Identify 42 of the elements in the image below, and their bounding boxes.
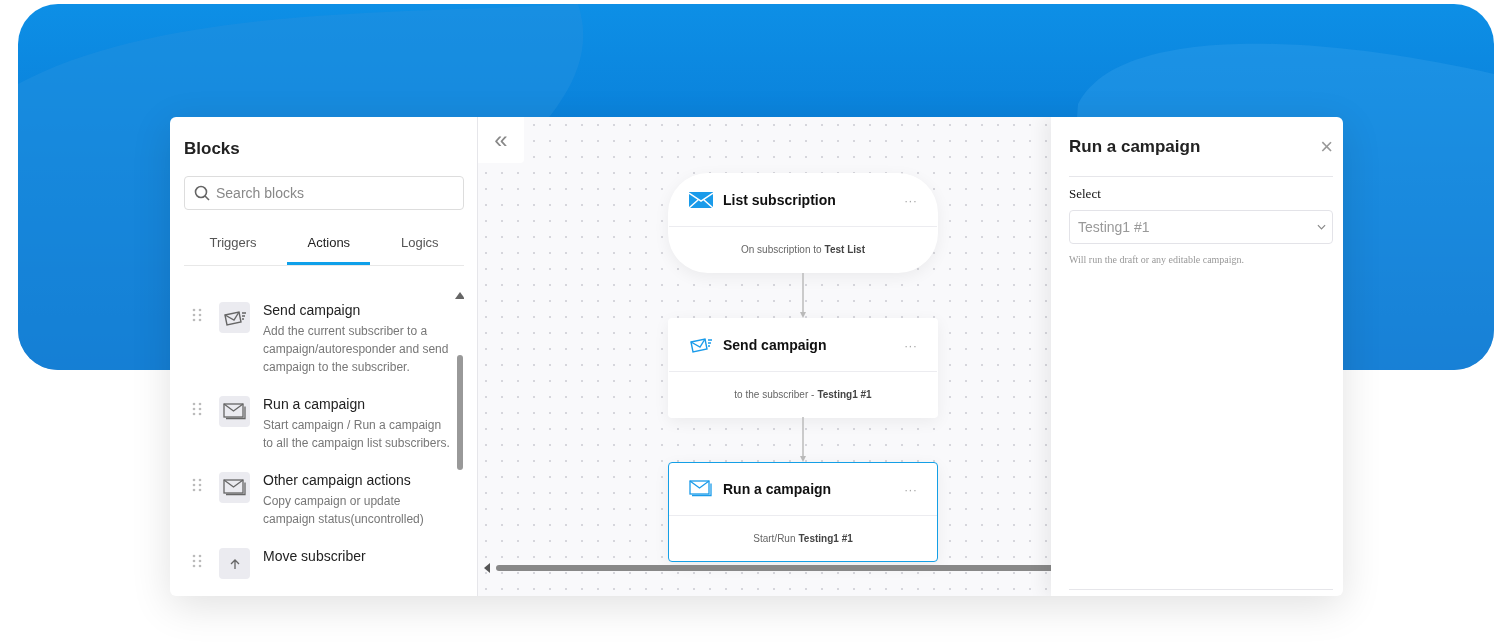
block-description: Copy campaign or update campaign status(uncontrolled) (263, 493, 425, 528)
block-title[interactable]: Send campaign (263, 302, 453, 318)
node-detail: On subscription to Test List (740, 243, 866, 257)
flow-node[interactable]: Send campaign ··· to the subscriber - Testing1 #1 (668, 318, 938, 418)
block-title[interactable]: Move subscriber (263, 548, 366, 564)
envelope-icon (222, 402, 247, 421)
envelope-icon (222, 308, 247, 327)
drag-handle-icon[interactable] (192, 308, 202, 322)
envelope-icon (222, 478, 247, 497)
flow-node[interactable]: List subscription ··· On subscription to Test List (668, 173, 938, 273)
sidebar-title: Blocks (184, 139, 241, 159)
connector-arrow (798, 417, 808, 462)
block-title[interactable]: Run a campaign (263, 396, 453, 412)
field-label: Select (1069, 186, 1102, 202)
block-title[interactable]: Other campaign actions (263, 472, 453, 488)
scroll-up-icon[interactable] (455, 292, 464, 299)
collapse-button[interactable]: « (478, 117, 524, 163)
envelope-icon (689, 480, 713, 498)
chevron-down-icon (1317, 224, 1326, 230)
envelope-icon (689, 336, 713, 354)
tab[interactable]: Triggers (189, 222, 277, 265)
search-field[interactable]: Search blocks (184, 176, 464, 210)
drag-handle-icon[interactable] (192, 554, 202, 568)
node-detail: Start/Run Testing1 #1 (752, 532, 854, 546)
envelope-icon (689, 191, 713, 209)
node-title: List subscription (723, 192, 837, 208)
drag-handle-icon[interactable] (192, 478, 202, 492)
block-description: Add the current subscriber to a campaign/autoresponder and send campaign to the subscriber. (263, 323, 450, 376)
node-title: Run a campaign (723, 481, 833, 497)
node-detail: to the subscriber - Testing1 #1 (733, 388, 873, 402)
flow-node[interactable]: Run a campaign ··· Start/Run Testing1 #1 (668, 462, 938, 562)
connector-arrow (798, 273, 808, 318)
tab[interactable]: Logics (381, 222, 459, 265)
panel-title: Run a campaign (1069, 136, 1201, 157)
block-description: Start campaign / Run a campaign to all the campaign list subscribers. (263, 417, 451, 452)
node-title: Send campaign (723, 337, 828, 353)
scrollbar-thumb[interactable] (457, 355, 463, 470)
help-text: Will run the draft or any editable campaign. (1069, 254, 1246, 265)
tab[interactable]: Actions (287, 222, 371, 265)
drag-handle-icon[interactable] (192, 402, 202, 416)
scrollbar-thumb[interactable] (496, 565, 1051, 571)
scroll-left-icon[interactable] (484, 563, 490, 573)
